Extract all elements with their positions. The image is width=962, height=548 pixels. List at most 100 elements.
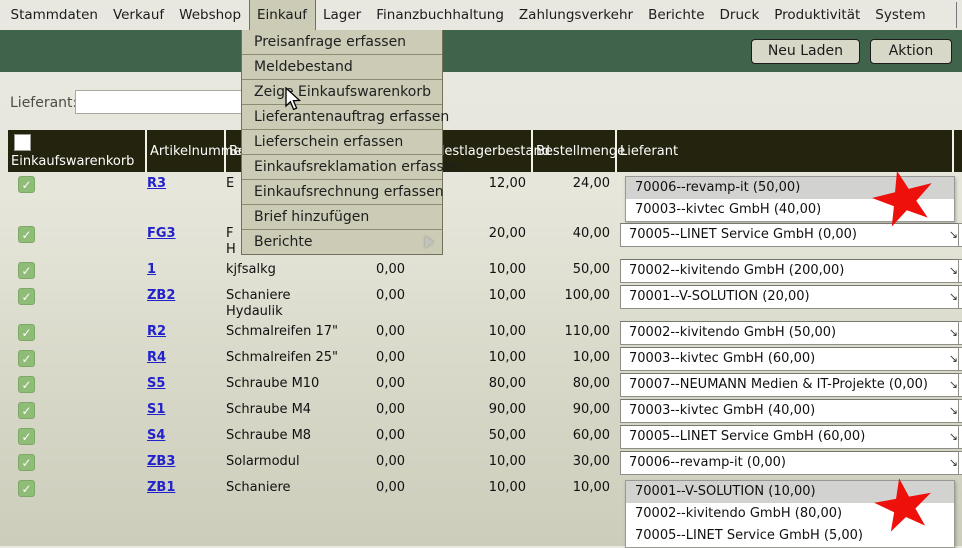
row-checkbox[interactable]: ✓ [18,350,35,367]
menu-item-2[interactable]: Zeige Einkaufswarenkorb [242,80,442,105]
article-number-link[interactable]: ZB2 [147,288,175,303]
mindest-value: 10,00 [412,262,526,277]
menu-item-1[interactable]: Meldebestand [242,55,442,80]
supplier-select[interactable]: 70001--V-SOLUTION (20,00) ↘ [620,285,962,309]
row-checkbox[interactable]: ✓ [18,288,35,305]
select-all-checkbox[interactable] [14,134,31,151]
menubar-item-system[interactable]: System [868,0,933,30]
supplier-select-value: 70001--V-SOLUTION (20,00) [629,289,810,304]
header-bestellmenge: Bestellmenge [533,130,617,172]
mindest-value: 10,00 [412,288,526,303]
menu-item-8[interactable]: Berichte [242,230,442,254]
supplier-select-value: 70005--LINET Service GmbH (0,00) [629,227,857,242]
table-row: ✓R3E12,0024,0070006--revamp-it (50,00)70… [0,172,962,222]
row-checkbox[interactable]: ✓ [18,176,35,193]
article-number-link[interactable]: ZB3 [147,454,175,469]
menu-item-6[interactable]: Einkaufsrechnung erfassen [242,180,442,205]
supplier-select[interactable]: 70003--kivtec GmbH (40,00)↘ [620,399,962,423]
menubar-item-einkauf[interactable]: Einkauf [249,0,316,30]
menubar-item-berichte[interactable]: Berichte [641,0,712,30]
lager-value: 0,00 [360,262,405,277]
menu-item-label: Lieferantenauftrag erfassen [254,109,449,125]
supplier-select[interactable]: 70005--LINET Service GmbH (60,00)↘ [620,425,962,449]
row-checkbox[interactable]: ✓ [18,226,35,243]
table-row: ✓R4Schmalreifen 25"0,0010,0010,0070003--… [0,346,962,372]
select-dropdown-arrow-icon: ↘ [949,374,958,396]
menubar-item-zahlungsverkehr[interactable]: Zahlungsverkehr [511,0,640,30]
row-checkbox[interactable]: ✓ [18,480,35,497]
menubar-item-druck[interactable]: Druck [712,0,767,30]
menubar-item-finanzbuchhaltung[interactable]: Finanzbuchhaltung [369,0,512,30]
bestell-value: 10,00 [533,350,610,365]
supplier-select[interactable]: 70002--kivitendo GmbH (200,00) ↘ [620,259,962,283]
menu-item-label: Einkaufsreklamation erfassen [254,159,461,175]
supplier-select[interactable]: 70003--kivtec GmbH (60,00)↘ [620,347,962,371]
table-row: ✓1kjfsalkg0,0010,0050,0070002--kivitendo… [0,258,962,284]
row-checkbox[interactable]: ✓ [18,324,35,341]
article-number-link[interactable]: 1 [147,262,156,277]
select-dropdown-arrow-icon: ↘ [949,286,958,308]
row-checkbox[interactable]: ✓ [18,262,35,279]
row-checkbox[interactable]: ✓ [18,376,35,393]
supplier-select-value: 70002--kivitendo GmbH (200,00) [629,263,844,278]
table-row: ✓ZB1Schaniere0,0010,0010,0070001--V-SOLU… [0,476,962,546]
table-row: ✓S1Schraube M40,0090,0090,0070003--kivte… [0,398,962,424]
article-number-link[interactable]: FG3 [147,226,176,241]
reload-button[interactable]: Neu Laden [751,39,860,64]
mindest-value: 10,00 [412,480,526,495]
menubar-item-lager[interactable]: Lager [316,0,369,30]
bestell-value: 90,00 [533,402,610,417]
menu-item-0[interactable]: Preisanfrage erfassen [242,30,442,55]
supplier-select-value: 70002--kivitendo GmbH (50,00) [629,325,836,340]
cutoff-field [958,321,962,345]
table-row: ✓S4Schraube M80,0050,0060,0070005--LINET… [0,424,962,450]
select-dropdown-arrow-icon: ↘ [949,452,958,474]
menu-item-5[interactable]: Einkaufsreklamation erfassen [242,155,442,180]
table-row: ✓ZB2SchaniereHydaulik0,0010,00100,007000… [0,284,962,320]
menubar-item-verkauf[interactable]: Verkauf [105,0,171,30]
header-einkaufswarenkorb-label: Einkaufswarenkorb [8,153,145,170]
article-number-link[interactable]: ZB1 [147,480,175,495]
article-number-link[interactable]: S5 [147,376,165,391]
menu-item-label: Lieferschein erfassen [254,134,403,150]
description-cell: Schmalreifen 25" [226,350,358,366]
article-number-link[interactable]: R2 [147,324,166,339]
select-dropdown-arrow-icon: ↘ [949,400,958,422]
row-checkbox[interactable]: ✓ [18,454,35,471]
description-cell: Schraube M8 [226,428,358,444]
supplier-select[interactable]: 70007--NEUMANN Medien & IT-Projekte (0,0… [620,373,962,397]
article-number-link[interactable]: S1 [147,402,165,417]
supplier-select[interactable]: 70002--kivitendo GmbH (50,00)↘ [620,321,962,345]
menubar-end-divider [956,2,957,28]
menubar-item-webshop[interactable]: Webshop [172,0,249,30]
lager-value: 0,00 [360,402,405,417]
select-dropdown-arrow-icon: ↘ [949,224,958,246]
supplier-select[interactable]: 70006--revamp-it (0,00)↘ [620,451,962,475]
mindest-value: 80,00 [412,376,526,391]
action-button[interactable]: Aktion [870,39,952,64]
mouse-cursor [284,87,304,111]
row-checkbox[interactable]: ✓ [18,428,35,445]
description-cell: Schraube M10 [226,376,358,392]
article-number-link[interactable]: R3 [147,176,166,191]
supplier-select[interactable]: 70005--LINET Service GmbH (0,00) ↘ [620,223,962,247]
description-cell: SchaniereHydaulik [226,288,358,320]
menu-item-3[interactable]: Lieferantenauftrag erfassen [242,105,442,130]
menubar-item-stammdaten[interactable]: Stammdaten [3,0,105,30]
submenu-arrow-icon [425,236,434,248]
article-number-link[interactable]: R4 [147,350,166,365]
select-dropdown-arrow-icon: ↘ [949,260,958,282]
table-row: ✓S5Schraube M100,0080,0080,0070007--NEUM… [0,372,962,398]
lager-value: 0,00 [360,350,405,365]
header-lieferant: Lieferant [617,130,954,172]
select-dropdown-arrow-icon: ↘ [949,426,958,448]
menu-item-label: Einkaufsrechnung erfassen [254,184,444,200]
article-number-link[interactable]: S4 [147,428,165,443]
menu-item-7[interactable]: Brief hinzufügen [242,205,442,230]
cutoff-field [958,259,962,283]
menu-item-label: Berichte [254,234,313,250]
supplier-option[interactable]: 70005--LINET Service GmbH (5,00) [626,525,954,547]
row-checkbox[interactable]: ✓ [18,402,35,419]
menubar-item-produktivität[interactable]: Produktivität [767,0,868,30]
menu-item-4[interactable]: Lieferschein erfassen [242,130,442,155]
